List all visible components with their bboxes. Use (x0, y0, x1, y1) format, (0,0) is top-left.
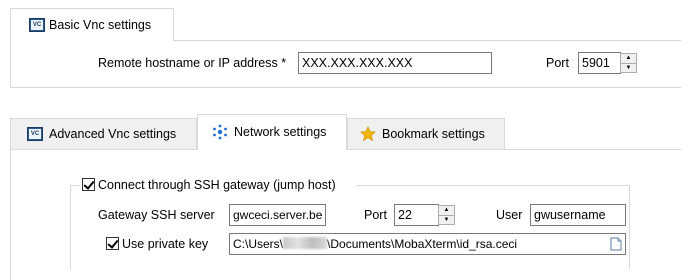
vnc-icon (27, 127, 43, 141)
file-browse-icon[interactable] (610, 237, 622, 251)
tab-advanced-vnc-settings-label: Advanced Vnc settings (49, 127, 177, 141)
star-icon (360, 126, 376, 142)
ssh-gateway-groupbox (70, 185, 630, 269)
port-label: Port (546, 56, 569, 70)
private-key-path-input[interactable]: C:\Users\ \Documents\MobaXterm\id_rsa.cec… (229, 233, 626, 255)
private-key-checkbox[interactable] (106, 237, 119, 250)
ssh-port-down-arrow-icon[interactable]: ▼ (438, 214, 455, 225)
tab-bookmark-settings[interactable]: Bookmark settings (347, 118, 505, 149)
port-input[interactable]: 5901 (578, 52, 621, 74)
vnc-icon (29, 18, 45, 32)
user-input[interactable]: gwusername (530, 204, 626, 226)
key-path-suffix: \Documents\MobaXterm\id_rsa.ceci (327, 237, 518, 251)
private-key-checkbox-row[interactable]: Use private key (104, 236, 224, 252)
host-label: Remote hostname or IP address * (98, 56, 287, 70)
ssh-gateway-label: Connect through SSH gateway (jump host) (98, 178, 336, 192)
tab-network-settings[interactable]: Network settings (197, 114, 347, 150)
ssh-gateway-checkbox-row[interactable]: Connect through SSH gateway (jump host) (80, 177, 356, 193)
user-label: User (496, 208, 523, 222)
tab-advanced-vnc-settings[interactable]: Advanced Vnc settings (10, 118, 197, 149)
port-stepper[interactable]: ▲ ▼ (620, 53, 637, 73)
tab-bookmark-settings-label: Bookmark settings (382, 127, 485, 141)
ssh-port-label: Port (364, 208, 387, 222)
gateway-label: Gateway SSH server (98, 208, 215, 222)
tab-basic-vnc-settings[interactable]: Basic Vnc settings (10, 8, 174, 41)
ssh-gateway-checkbox[interactable] (82, 178, 95, 191)
redacted-username (283, 237, 328, 249)
private-key-label: Use private key (122, 237, 209, 251)
port-down-arrow-icon[interactable]: ▼ (620, 62, 637, 73)
ssh-port-stepper[interactable]: ▲ ▼ (438, 205, 455, 225)
network-icon (213, 124, 227, 140)
tab-network-settings-label: Network settings (234, 125, 327, 139)
key-path-prefix: C:\Users\ (233, 237, 284, 251)
gateway-input[interactable]: gwceci.server.be (229, 204, 326, 226)
host-input[interactable]: XXX.XXX.XXX.XXX (298, 52, 492, 74)
ssh-port-input[interactable]: 22 (394, 204, 439, 226)
tab-basic-vnc-settings-label: Basic Vnc settings (49, 18, 152, 32)
